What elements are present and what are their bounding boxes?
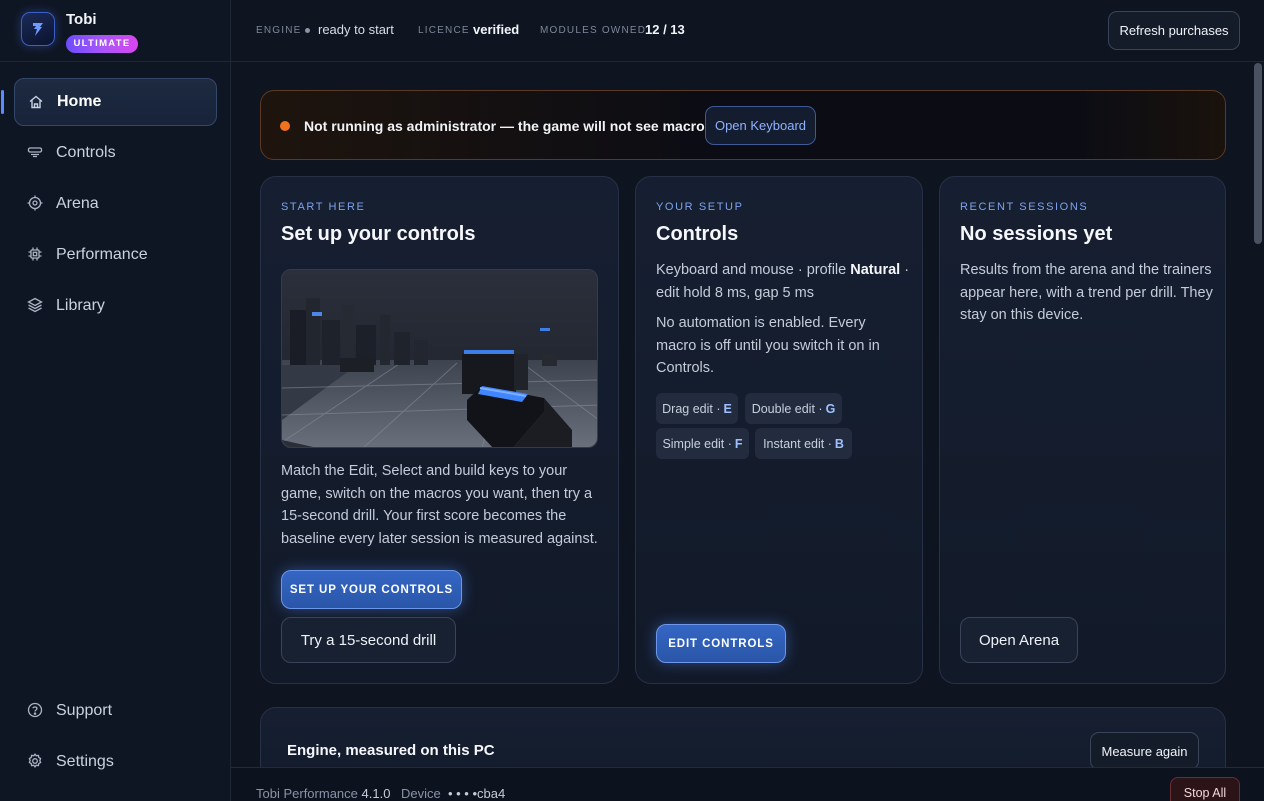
chip-key: E (723, 401, 732, 416)
chip-label: Instant edit · (763, 436, 832, 451)
chip-icon (27, 246, 43, 262)
gear-icon (27, 753, 43, 769)
modules-count: 12 / 13 (645, 22, 685, 37)
card-title: Engine, measured on this PC (287, 742, 495, 759)
measure-again-button[interactable]: Measure again (1090, 732, 1199, 770)
chip-key: B (834, 436, 844, 451)
card-body: Match the Edit, Select and build keys to… (281, 463, 598, 547)
open-arena-button[interactable]: Open Arena (960, 617, 1078, 663)
sidebar-item-label: Support (56, 702, 113, 719)
try-drill-button[interactable]: Try a 15-second drill (281, 617, 456, 663)
your-setup-card: YOUR SETUP Controls Keyboard and mouse ·… (635, 176, 923, 684)
macro-chip-instant-edit: Instant edit · B (755, 428, 852, 459)
set-up-controls-button[interactable]: SET UP YOUR CONTROLS (281, 570, 462, 609)
game-preview-image (281, 269, 598, 448)
admin-warning-banner: Not running as administrator — the game … (260, 90, 1226, 160)
bolt-icon (21, 12, 55, 46)
help-circle-icon (27, 702, 43, 718)
licence-status: verified (473, 22, 520, 37)
sidebar-item-label: Arena (56, 195, 99, 212)
chip-label: Drag edit · (662, 401, 721, 416)
app-name: Tobi (66, 11, 97, 28)
recent-sessions-card: RECENT SESSIONS No sessions yet Results … (939, 176, 1226, 684)
automation-note: No automation is enabled. Every macro is… (656, 315, 880, 376)
tier-badge: ULTIMATE (66, 35, 138, 53)
version-number: 4.1.0 (361, 786, 391, 801)
status-bar: ENGINE ready to start LICENCE verified M… (231, 0, 1264, 62)
chip-label: Double edit · (751, 401, 823, 416)
sidebar-item-settings[interactable]: Settings (14, 738, 217, 786)
device-label: Device (401, 786, 441, 801)
card-body: Results from the arena and the trainers … (960, 262, 1213, 323)
engine-status-dot (305, 28, 310, 33)
sidebar-divider (0, 61, 231, 62)
card-title: Set up your controls (281, 223, 476, 245)
home-icon (28, 94, 44, 110)
brand: Tobi ULTIMATE (21, 11, 138, 53)
sidebar-item-label: Library (56, 297, 105, 314)
sidebar-item-label: Settings (56, 753, 114, 770)
chip-key: F (734, 436, 743, 451)
sidebar-item-label: Performance (56, 246, 148, 263)
macro-chip-simple-edit: Simple edit · F (656, 428, 749, 459)
sidebar-item-home[interactable]: Home (14, 78, 217, 126)
macro-chip-drag-edit: Drag edit · E (656, 393, 738, 424)
sidebar-item-library[interactable]: Library (14, 282, 217, 330)
profile-summary: Keyboard and mouse · profile Natural · e… (656, 259, 912, 304)
sidebar-item-performance[interactable]: Performance (14, 231, 217, 279)
card-title: No sessions yet (960, 223, 1113, 245)
profile-name: Natural (850, 262, 901, 278)
licence-key: LICENCE (418, 25, 470, 36)
sidebar-item-label: Home (57, 93, 102, 110)
footer-bar: Tobi Performance 4.1.0 Device • • • •cba… (231, 767, 1264, 801)
controller-icon (27, 144, 43, 160)
open-keyboard-button[interactable]: Open Keyboard (705, 106, 816, 145)
sidebar-item-controls[interactable]: Controls (14, 129, 217, 177)
start-here-card: START HERE Set up your controls Match th… (260, 176, 619, 684)
chip-key: G (825, 401, 836, 416)
warning-dot-icon (280, 121, 290, 131)
engine-key: ENGINE (256, 25, 302, 36)
sidebar-item-label: Controls (56, 144, 116, 161)
layers-icon (27, 297, 43, 313)
sidebar: Tobi ULTIMATE Home Controls Arena Perfor… (0, 0, 231, 801)
product-version: Tobi Performance 4.1.0 (256, 786, 390, 801)
crosshair-icon (27, 195, 43, 211)
macro-chip-double-edit: Double edit · G (745, 393, 842, 424)
card-eyebrow: RECENT SESSIONS (960, 201, 1089, 213)
active-nav-indicator (1, 90, 4, 114)
scrollbar-thumb[interactable] (1254, 63, 1262, 244)
card-eyebrow: START HERE (281, 201, 366, 213)
chip-label: Simple edit · (662, 436, 732, 451)
device-info: Device • • • •cba4 (401, 786, 505, 801)
edit-controls-button[interactable]: EDIT CONTROLS (656, 624, 786, 663)
stop-all-button[interactable]: Stop All (1170, 777, 1240, 801)
sidebar-item-arena[interactable]: Arena (14, 180, 217, 228)
profile-summary-prefix: Keyboard and mouse · profile (656, 262, 851, 278)
product-name: Tobi Performance (256, 786, 358, 801)
card-eyebrow: YOUR SETUP (656, 201, 744, 213)
engine-status: ready to start (318, 22, 394, 37)
refresh-purchases-button[interactable]: Refresh purchases (1108, 11, 1240, 50)
card-title: Controls (656, 223, 739, 245)
modules-key: MODULES OWNED (540, 25, 647, 36)
warning-text: Not running as administrator — the game … (304, 118, 713, 134)
sidebar-item-support[interactable]: Support (14, 687, 217, 735)
device-id: • • • •cba4 (447, 786, 506, 801)
